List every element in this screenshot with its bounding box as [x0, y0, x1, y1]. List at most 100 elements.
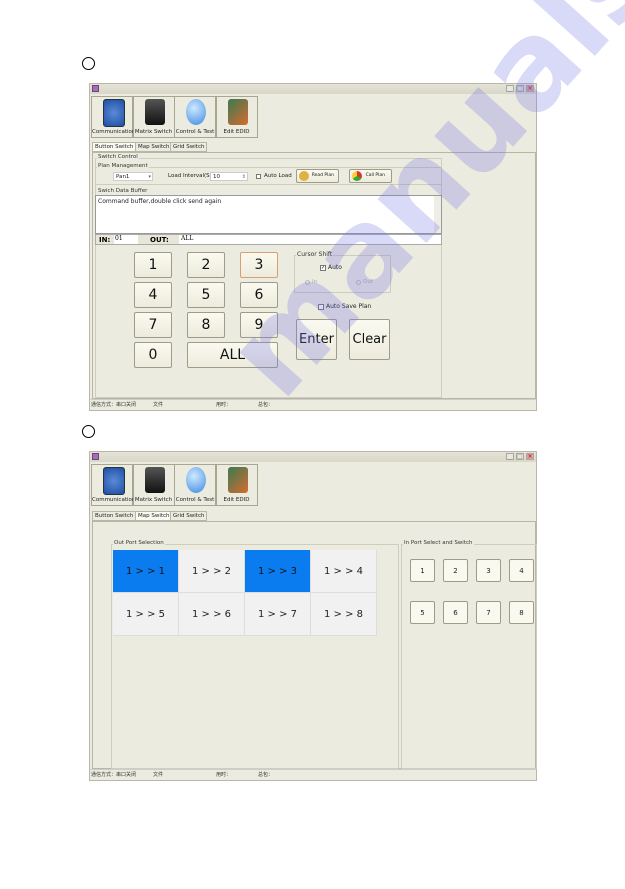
app-store-icon — [103, 467, 125, 495]
minimize-button[interactable]: _ — [506, 453, 514, 460]
out-cell-6[interactable]: 1 > > 6 — [179, 593, 245, 636]
auto-label: Auto — [328, 264, 342, 271]
key-8[interactable]: 8 — [187, 312, 225, 338]
toolbar-button-edit-edid[interactable]: Edit EDID — [215, 464, 258, 506]
maximize-button[interactable]: □ — [516, 85, 524, 92]
key-6[interactable]: 6 — [240, 282, 278, 308]
status-file: 文件 — [153, 772, 164, 778]
out-cell-7[interactable]: 1 > > 7 — [245, 593, 311, 636]
auto-save-plan-checkbox[interactable] — [318, 304, 324, 310]
toolbar-label: Communication — [92, 129, 136, 135]
key-4[interactable]: 4 — [134, 282, 172, 308]
key-9[interactable]: 9 — [240, 312, 278, 338]
in-port-label: In Port Select and Switch — [403, 540, 474, 546]
out-cell-3[interactable]: 1 > > 3 — [245, 550, 311, 593]
matrix-icon — [144, 467, 165, 493]
out-cell-1[interactable]: 1 > > 1 — [113, 550, 179, 593]
in-value[interactable]: 01 — [114, 235, 138, 244]
key-7[interactable]: 7 — [134, 312, 172, 338]
radio-in[interactable] — [305, 280, 310, 285]
in-out-row: IN: 01 OUT: ALL — [95, 234, 442, 245]
key-1[interactable]: 1 — [134, 252, 172, 278]
status-comm: 通信方式：串口关闭 — [91, 772, 137, 778]
out-cell-4[interactable]: 1 > > 4 — [311, 550, 377, 593]
auto-save-plan-label: Auto Save Plan — [326, 303, 372, 310]
key-0[interactable]: 0 — [134, 342, 172, 368]
maximize-button[interactable]: □ — [516, 453, 524, 460]
tab-grid-switch[interactable]: Grid Switch — [170, 142, 208, 152]
buffer-textarea[interactable]: Command buffer,double click send again — [95, 195, 442, 234]
edid-edit-icon — [227, 467, 248, 493]
tab-map-switch[interactable]: Map Switch — [135, 511, 173, 521]
load-interval-input[interactable]: 10 ⇕ — [210, 172, 248, 181]
out-label: OUT: — [150, 236, 169, 244]
toolbar-button-matrix-switch[interactable]: Matrix Switch — [132, 96, 175, 138]
in-button-8[interactable]: 8 — [509, 601, 534, 624]
read-plan-icon — [299, 171, 309, 181]
app-store-icon — [103, 99, 125, 127]
in-button-4[interactable]: 4 — [509, 559, 534, 582]
toolbar-button-communication[interactable]: Communication — [91, 96, 136, 138]
out-cell-5[interactable]: 1 > > 5 — [113, 593, 179, 636]
tab-button-switch[interactable]: Button Switch — [92, 142, 137, 152]
scrollbar[interactable] — [434, 196, 441, 233]
in-button-3[interactable]: 3 — [476, 559, 501, 582]
call-plan-button[interactable]: Call Plan — [349, 169, 392, 183]
edid-edit-icon — [227, 99, 248, 125]
toolbar-button-edit-edid[interactable]: Edit EDID — [215, 96, 258, 138]
in-button-6[interactable]: 6 — [443, 601, 468, 624]
toolbar-button-communication[interactable]: Communication — [91, 464, 135, 506]
plan-select-value: Pan1 — [116, 174, 130, 180]
in-button-5[interactable]: 5 — [410, 601, 435, 624]
close-button[interactable]: × — [526, 85, 534, 92]
toolbar-button-control-test[interactable]: Control & Test — [174, 464, 216, 506]
switch-control-label: Switch Control — [97, 154, 139, 160]
globe-icon — [186, 467, 206, 493]
enter-button[interactable]: Enter — [296, 319, 337, 360]
key-3[interactable]: 3 — [240, 252, 278, 278]
load-interval-value: 10 — [213, 174, 220, 180]
clear-button[interactable]: Clear — [349, 319, 390, 360]
window-map-switch: _ □ × Communication Matrix Switch Control … — [89, 451, 537, 781]
in-button-1[interactable]: 1 — [410, 559, 435, 582]
read-plan-button[interactable]: Read Plan — [296, 169, 339, 183]
call-plan-icon — [352, 171, 362, 181]
button-switch-panel: Switch Control Plan Management Pan1 ▾ Loa… — [92, 152, 536, 399]
plan-select[interactable]: Pan1 ▾ — [113, 172, 153, 181]
radio-in-label: In — [312, 279, 318, 285]
tab-bar: Button Switch Map Switch Grid Switch — [92, 142, 292, 152]
bullet-circle-1 — [82, 57, 95, 70]
key-2[interactable]: 2 — [187, 252, 225, 278]
close-button[interactable]: × — [526, 453, 534, 460]
out-port-label: Out Port Selection — [113, 540, 165, 546]
in-button-2[interactable]: 2 — [443, 559, 468, 582]
toolbar-label: Matrix Switch — [134, 497, 173, 503]
chevron-down-icon: ▾ — [148, 174, 151, 180]
document-page: _ □ × Communication Matrix Switch Control … — [0, 0, 625, 889]
toolbar-button-matrix-switch[interactable]: Matrix Switch — [132, 464, 175, 506]
spinner-icon[interactable]: ⇕ — [242, 173, 246, 181]
in-button-7[interactable]: 7 — [476, 601, 501, 624]
key-all[interactable]: ALL — [187, 342, 278, 368]
out-cell-2[interactable]: 1 > > 2 — [179, 550, 245, 593]
auto-checkbox[interactable]: ✓ — [320, 265, 326, 271]
status-bar: 通信方式：串口关闭 文件 用时： 总包： — [90, 769, 536, 781]
map-switch-panel: Out Port Selection 1 > > 1 1 > > 2 1 > >… — [92, 521, 537, 769]
app-icon — [92, 453, 99, 460]
minimize-button[interactable]: _ — [506, 85, 514, 92]
tab-grid-switch[interactable]: Grid Switch — [170, 511, 208, 521]
status-total: 总包： — [258, 772, 274, 778]
buffer-label: Swich Data Buffer — [97, 188, 149, 194]
toolbar-label: Edit EDID — [223, 497, 250, 503]
toolbar-label: Edit EDID — [223, 129, 250, 135]
radio-out[interactable] — [356, 280, 361, 285]
key-5[interactable]: 5 — [187, 282, 225, 308]
out-cell-8[interactable]: 1 > > 8 — [311, 593, 377, 636]
in-label: IN: — [99, 236, 111, 244]
tab-map-switch[interactable]: Map Switch — [135, 142, 173, 152]
auto-load-checkbox[interactable] — [256, 174, 261, 179]
toolbar-button-control-test[interactable]: Control & Test — [174, 96, 216, 138]
tab-button-switch[interactable]: Button Switch — [92, 511, 137, 521]
buffer-text: Command buffer,double click send again — [98, 198, 222, 205]
out-value[interactable]: ALL — [179, 235, 441, 244]
